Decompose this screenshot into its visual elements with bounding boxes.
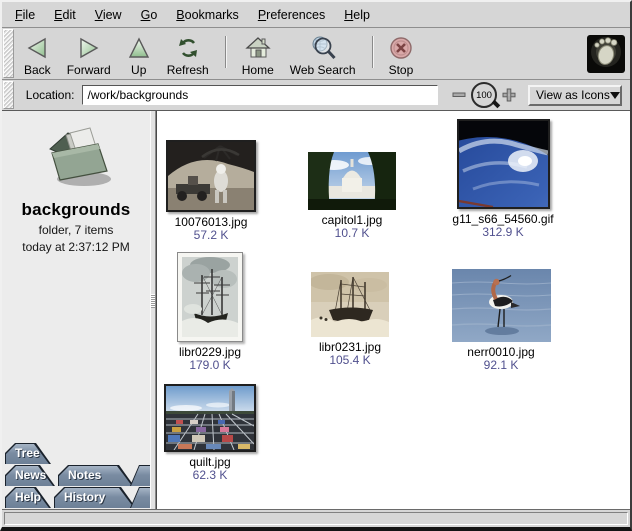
file-size: 57.2 K <box>194 229 229 242</box>
tab-history-label: History <box>64 487 105 508</box>
sidebar-tab-help[interactable]: Help <box>5 487 51 508</box>
file-icon-nerr0010[interactable]: nerr0010.jpg 92.1 K <box>431 269 571 372</box>
thumbnail-quilt-mall <box>164 384 256 452</box>
view-mode-value: View as Icons <box>536 88 610 102</box>
menu-go[interactable]: Go <box>141 8 158 22</box>
menu-view[interactable]: View <box>95 8 122 22</box>
chevron-down-icon <box>610 92 620 99</box>
menu-preferences[interactable]: Preferences <box>258 8 325 22</box>
file-icon-libr0229[interactable]: libr0229.jpg 179.0 K <box>156 252 280 372</box>
home-icon <box>245 34 271 63</box>
zoom-level-value: 100 <box>476 90 492 101</box>
tab-help-label: Help <box>15 487 41 508</box>
sidebar-folder-modified: today at 2:37:12 PM <box>22 240 129 254</box>
sidebar-tab-history[interactable]: History <box>54 487 136 508</box>
sidebar-tab-edge <box>130 465 150 486</box>
back-label: Back <box>24 63 51 77</box>
icon-view[interactable]: 10076013.jpg 57.2 K <box>156 111 630 509</box>
up-arrow-icon <box>127 34 151 63</box>
throbber[interactable] <box>587 35 625 73</box>
menu-bookmarks[interactable]: Bookmarks <box>176 8 239 22</box>
view-mode-dropdown[interactable]: View as Icons <box>528 85 622 106</box>
thumbnail-earth-from-space <box>457 119 550 209</box>
back-arrow-icon <box>24 34 50 63</box>
refresh-button[interactable]: Refresh <box>161 31 215 77</box>
location-bar: Location: 100 View as Icons <box>2 80 630 111</box>
menu-edit[interactable]: Edit <box>54 8 76 22</box>
file-size: 312.9 K <box>482 226 523 239</box>
sidebar-tab-row: Help History <box>5 487 150 509</box>
status-text <box>4 512 628 525</box>
refresh-label: Refresh <box>167 63 209 77</box>
file-icon-10076013[interactable]: 10076013.jpg 57.2 K <box>156 140 281 242</box>
file-manager-window: File Edit View Go Bookmarks Preferences … <box>0 0 632 531</box>
file-icon-g11-s66-54560[interactable]: g11_s66_54560.gif 312.9 K <box>433 119 573 239</box>
thumbnail-capitol <box>308 152 396 210</box>
sidebar-tab-row: News Notes <box>5 465 150 487</box>
file-size: 92.1 K <box>484 359 519 372</box>
forward-label: Forward <box>67 63 111 77</box>
toolbar: Back Forward Up <box>2 28 630 80</box>
file-icon-libr0231[interactable]: libr0231.jpg 105.4 K <box>280 272 420 367</box>
location-input[interactable] <box>82 85 438 105</box>
zoom-controls: 100 <box>452 82 516 108</box>
menu-file[interactable]: File <box>15 8 35 22</box>
zoom-out-button[interactable] <box>452 88 466 102</box>
home-button[interactable]: Home <box>236 31 280 77</box>
web-search-label: Web Search <box>290 63 356 77</box>
status-bar <box>2 509 630 527</box>
refresh-icon <box>175 34 201 63</box>
stop-label: Stop <box>389 63 414 77</box>
sidebar-folder-info: folder, 7 items <box>39 223 114 237</box>
stop-icon <box>389 34 413 63</box>
up-button[interactable]: Up <box>121 31 157 77</box>
magnifier-handle-icon <box>492 100 500 108</box>
back-button[interactable]: Back <box>18 31 57 77</box>
splitter-grip[interactable] <box>151 294 155 308</box>
file-icon-capitol1[interactable]: capitol1.jpg 10.7 K <box>282 152 422 240</box>
file-size: 62.3 K <box>193 469 228 482</box>
tab-tree-label: Tree <box>15 443 40 464</box>
folder-icon <box>34 123 118 192</box>
stop-button[interactable]: Stop <box>383 31 420 77</box>
thumbnail-moon-astronaut <box>166 140 256 212</box>
menu-help[interactable]: Help <box>344 8 370 22</box>
sidebar: backgrounds folder, 7 items today at 2:3… <box>2 111 150 509</box>
main-area: backgrounds folder, 7 items today at 2:3… <box>2 111 630 509</box>
home-label: Home <box>242 63 274 77</box>
toolbar-drag-handle[interactable] <box>3 29 14 78</box>
sidebar-tab-news[interactable]: News <box>5 465 55 486</box>
web-search-button[interactable]: Web Search <box>284 31 362 77</box>
web-search-icon <box>309 34 337 63</box>
file-size: 10.7 K <box>335 227 370 240</box>
file-icon-quilt[interactable]: quilt.jpg 62.3 K <box>156 384 280 482</box>
thumbnail-ship-engraving-portrait <box>177 252 243 342</box>
zoom-level-indicator[interactable]: 100 <box>471 82 497 108</box>
thumbnail-wading-bird <box>452 269 551 342</box>
tab-news-label: News <box>15 465 46 486</box>
zoom-in-button[interactable] <box>502 88 516 102</box>
up-label: Up <box>131 63 146 77</box>
toolbar-separator <box>225 36 226 68</box>
menubar: File Edit View Go Bookmarks Preferences … <box>2 2 630 28</box>
thumbnail-ship-engraving-landscape <box>311 272 389 337</box>
gnome-foot-icon <box>589 35 623 72</box>
file-size: 179.0 K <box>189 359 230 372</box>
location-label: Location: <box>26 88 75 102</box>
location-bar-drag-handle[interactable] <box>3 81 14 109</box>
sidebar-tab-edge <box>130 487 150 508</box>
forward-arrow-icon <box>76 34 102 63</box>
sidebar-tab-tree[interactable]: Tree <box>5 443 51 464</box>
forward-button[interactable]: Forward <box>61 31 117 77</box>
file-size: 105.4 K <box>329 354 370 367</box>
sidebar-folder-title: backgrounds <box>22 200 131 220</box>
sidebar-tab-notes[interactable]: Notes <box>58 465 134 486</box>
sidebar-tab-row: Tree <box>5 443 150 465</box>
toolbar-separator <box>372 36 373 68</box>
tab-notes-label: Notes <box>68 465 101 486</box>
